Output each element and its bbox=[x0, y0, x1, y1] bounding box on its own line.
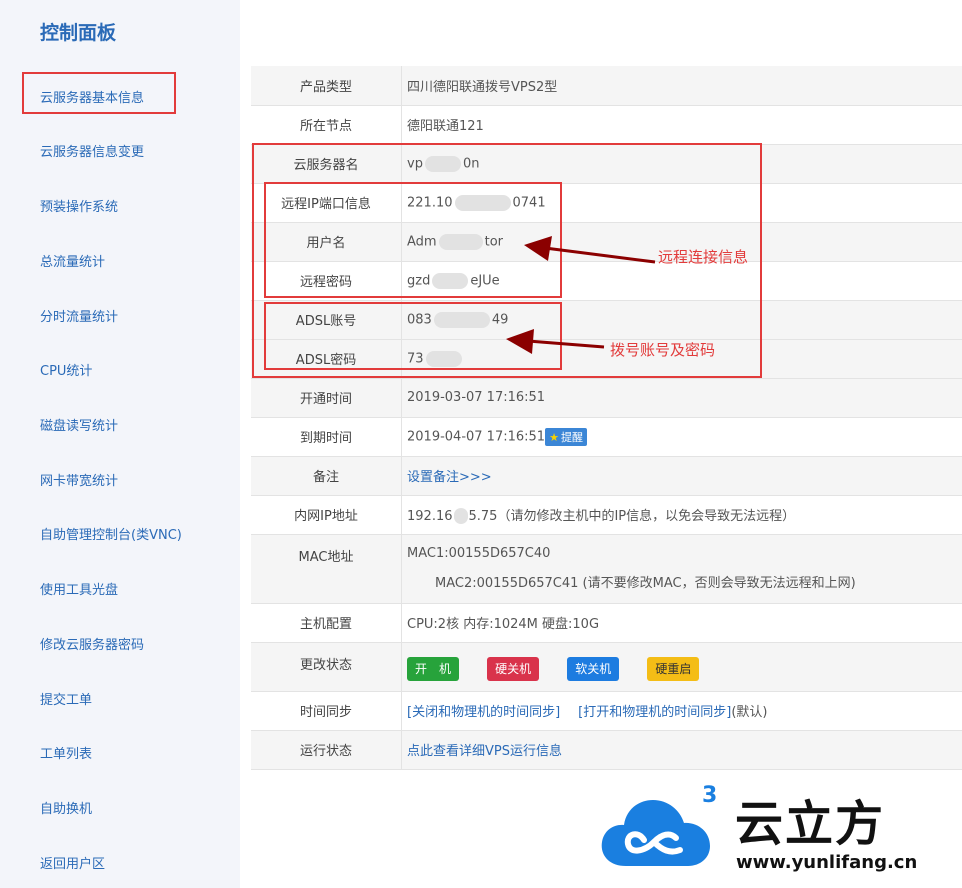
arrow-icon bbox=[506, 329, 605, 354]
cloud-logo-icon: 3 bbox=[601, 783, 717, 866]
remote-info-annotation: 远程连接信息 bbox=[658, 248, 749, 266]
brand-logo-text: 云立方 bbox=[735, 796, 886, 852]
dial-info-annotation: 拨号账号及密码 bbox=[610, 341, 716, 359]
arrow-icon bbox=[524, 236, 656, 264]
brand-logo-url: www.yunlifang.cn bbox=[736, 852, 918, 873]
logo-superscript: 3 bbox=[702, 783, 717, 808]
annotation-arrows bbox=[506, 236, 656, 354]
